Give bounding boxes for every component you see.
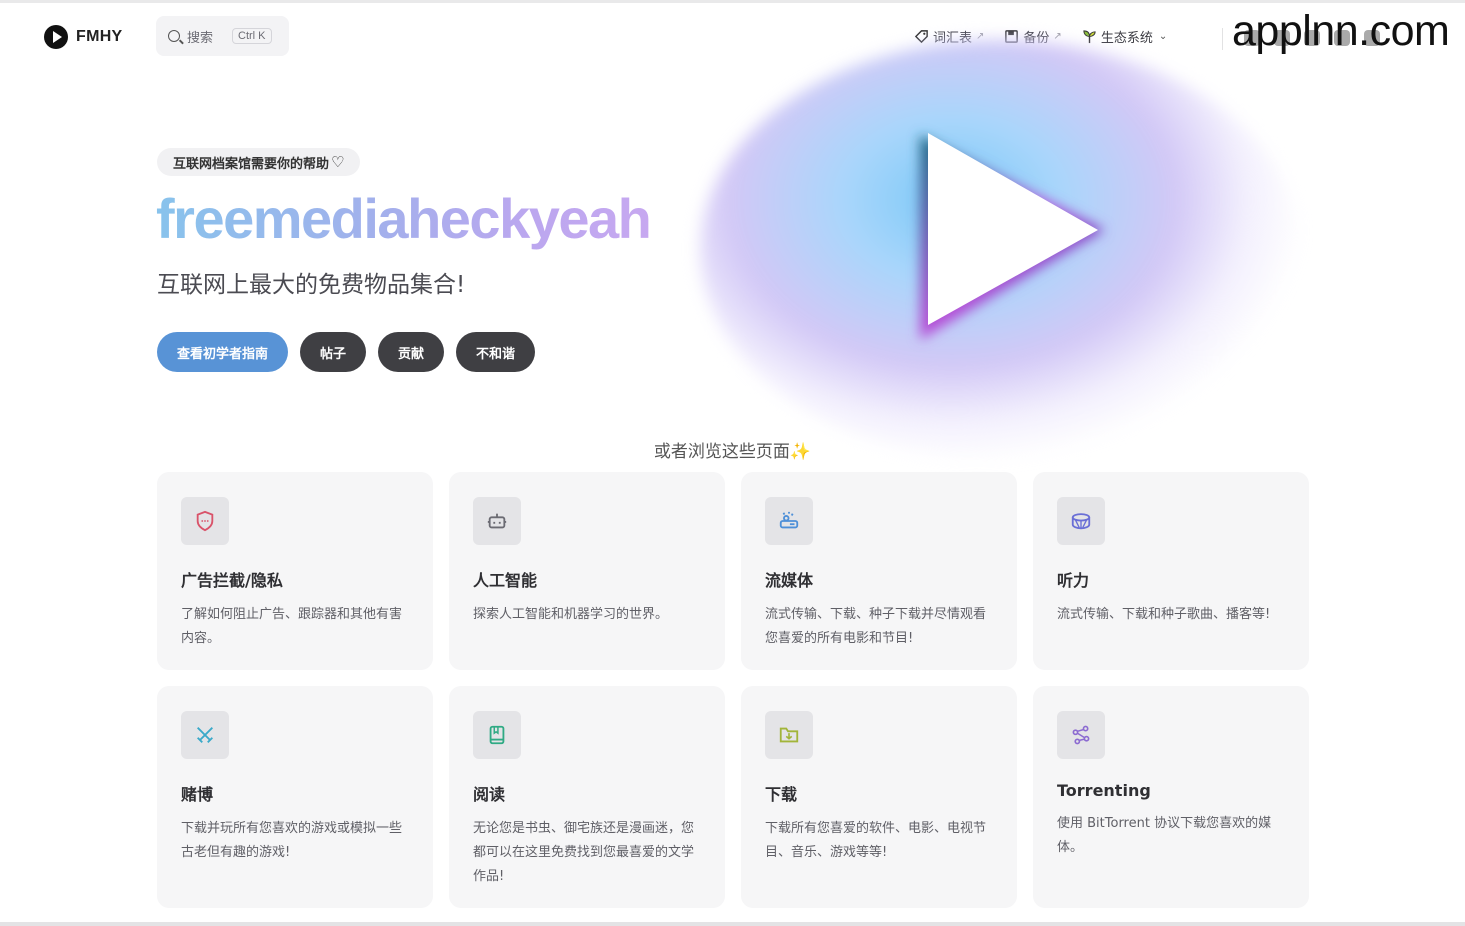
card-description: 探索人工智能和机器学习的世界。 — [473, 607, 669, 622]
bottom-scrollbar[interactable] — [0, 922, 1465, 926]
discord-button[interactable]: 不和谐 — [456, 332, 536, 372]
notice-text: 互联网档案馆需要你的帮助 — [173, 156, 330, 172]
nav-divider — [1222, 28, 1223, 50]
browse-heading: 或者浏览这些页面✨ — [0, 437, 1465, 462]
folder-download-icon — [779, 727, 799, 743]
sprout-icon — [1083, 29, 1096, 43]
card-icon-box — [473, 497, 521, 545]
contribute-button[interactable]: 贡献 — [378, 332, 445, 372]
feature-cards: 广告拦截/隐私 了解如何阻止广告、跟踪器和其他有害内容。 人工智能 探索人工智能… — [157, 472, 1309, 908]
tv-icon — [779, 511, 799, 529]
nav-link-label: 生态系统 — [1100, 30, 1153, 46]
search-placeholder: 搜索 — [187, 30, 214, 46]
shield-icon — [196, 510, 214, 532]
sparkle-icon: ✨ — [789, 442, 812, 462]
posts-button[interactable]: 帖子 — [300, 332, 367, 372]
card-title: Torrenting — [1057, 781, 1151, 800]
top-nav: FMHY 搜索 Ctrl K 词汇表 ↗ 备份 ↗ 生态系统 ⌄ applnn.… — [0, 3, 1465, 67]
hero-title: freemediaheckyeah — [156, 184, 652, 254]
play-logo-icon — [44, 25, 68, 49]
beginners-guide-button[interactable]: 查看初学者指南 — [157, 332, 289, 372]
chevron-down-icon: ⌄ — [1158, 30, 1168, 42]
card-title: 听力 — [1057, 571, 1090, 590]
card-title: 人工智能 — [473, 571, 538, 590]
card-icon-box — [181, 711, 229, 759]
network-icon — [1072, 725, 1090, 745]
tag-icon — [914, 29, 928, 43]
card-icon-box — [473, 711, 521, 759]
card-description: 下载并玩所有您喜欢的游戏或模拟一些古老但有趣的游戏! — [181, 821, 403, 860]
hero-play-logo-icon — [920, 133, 1105, 340]
card-description: 了解如何阻止广告、跟踪器和其他有害内容。 — [181, 607, 403, 646]
brand-link[interactable]: FMHY — [44, 24, 123, 50]
card-downloading[interactable]: 下载 下载所有您喜爱的软件、电影、电视节目、音乐、游戏等等! — [741, 686, 1017, 908]
search-icon — [168, 30, 180, 42]
card-description: 无论您是书虫、御宅族还是漫画迷，您都可以在这里免费找到您最喜爱的文学作品! — [473, 821, 695, 884]
card-listening[interactable]: 听力 流式传输、下载和种子歌曲、播客等! — [1033, 472, 1309, 670]
card-title: 流媒体 — [765, 571, 814, 590]
book-icon — [489, 725, 505, 745]
card-icon-box — [765, 711, 813, 759]
search-shortcut: Ctrl K — [232, 28, 272, 44]
hero-actions: 查看初学者指南 帖子 贡献 不和谐 — [157, 332, 536, 372]
card-title: 赌博 — [181, 785, 214, 804]
card-icon-box — [1057, 711, 1105, 759]
card-ai[interactable]: 人工智能 探索人工智能和机器学习的世界。 — [449, 472, 725, 670]
search-button[interactable]: 搜索 Ctrl K — [156, 16, 289, 56]
card-description: 流式传输、下载、种子下载并尽情观看您喜爱的所有电影和节目! — [765, 607, 987, 646]
nav-link-ecosystem[interactable]: 生态系统 ⌄ — [1082, 27, 1167, 46]
watermark: applnn.com — [1232, 7, 1450, 55]
drum-icon — [1071, 513, 1091, 530]
browse-heading-text: 或者浏览这些页面 — [653, 442, 790, 462]
card-adblock[interactable]: 广告拦截/隐私 了解如何阻止广告、跟踪器和其他有害内容。 — [157, 472, 433, 670]
brand-name: FMHY — [76, 28, 123, 45]
card-icon-box — [1057, 497, 1105, 545]
card-icon-box — [765, 497, 813, 545]
card-torrenting[interactable]: Torrenting 使用 BitTorrent 协议下载您喜欢的媒体。 — [1033, 686, 1309, 908]
card-description: 使用 BitTorrent 协议下载您喜欢的媒体。 — [1057, 816, 1272, 855]
external-link-icon: ↗ — [1053, 30, 1062, 42]
archive-notice[interactable]: 互联网档案馆需要你的帮助 ♡ — [157, 148, 361, 176]
robot-icon — [487, 513, 507, 529]
card-reading[interactable]: 阅读 无论您是书虫、御宅族还是漫画迷，您都可以在这里免费找到您最喜爱的文学作品! — [449, 686, 725, 908]
hero-subtitle: 互联网上最大的免费物品集合! — [157, 272, 466, 298]
card-title: 阅读 — [473, 785, 506, 804]
card-description: 下载所有您喜爱的软件、电影、电视节目、音乐、游戏等等! — [765, 821, 987, 860]
swords-icon — [197, 727, 213, 743]
card-title: 下载 — [765, 785, 798, 804]
card-gaming[interactable]: 赌博 下载并玩所有您喜欢的游戏或模拟一些古老但有趣的游戏! — [157, 686, 433, 908]
card-streaming[interactable]: 流媒体 流式传输、下载、种子下载并尽情观看您喜爱的所有电影和节目! — [741, 472, 1017, 670]
card-icon-box — [181, 497, 229, 545]
card-title: 广告拦截/隐私 — [181, 571, 283, 590]
card-description: 流式传输、下载和种子歌曲、播客等! — [1057, 607, 1271, 622]
heart-icon: ♡ — [331, 153, 345, 171]
